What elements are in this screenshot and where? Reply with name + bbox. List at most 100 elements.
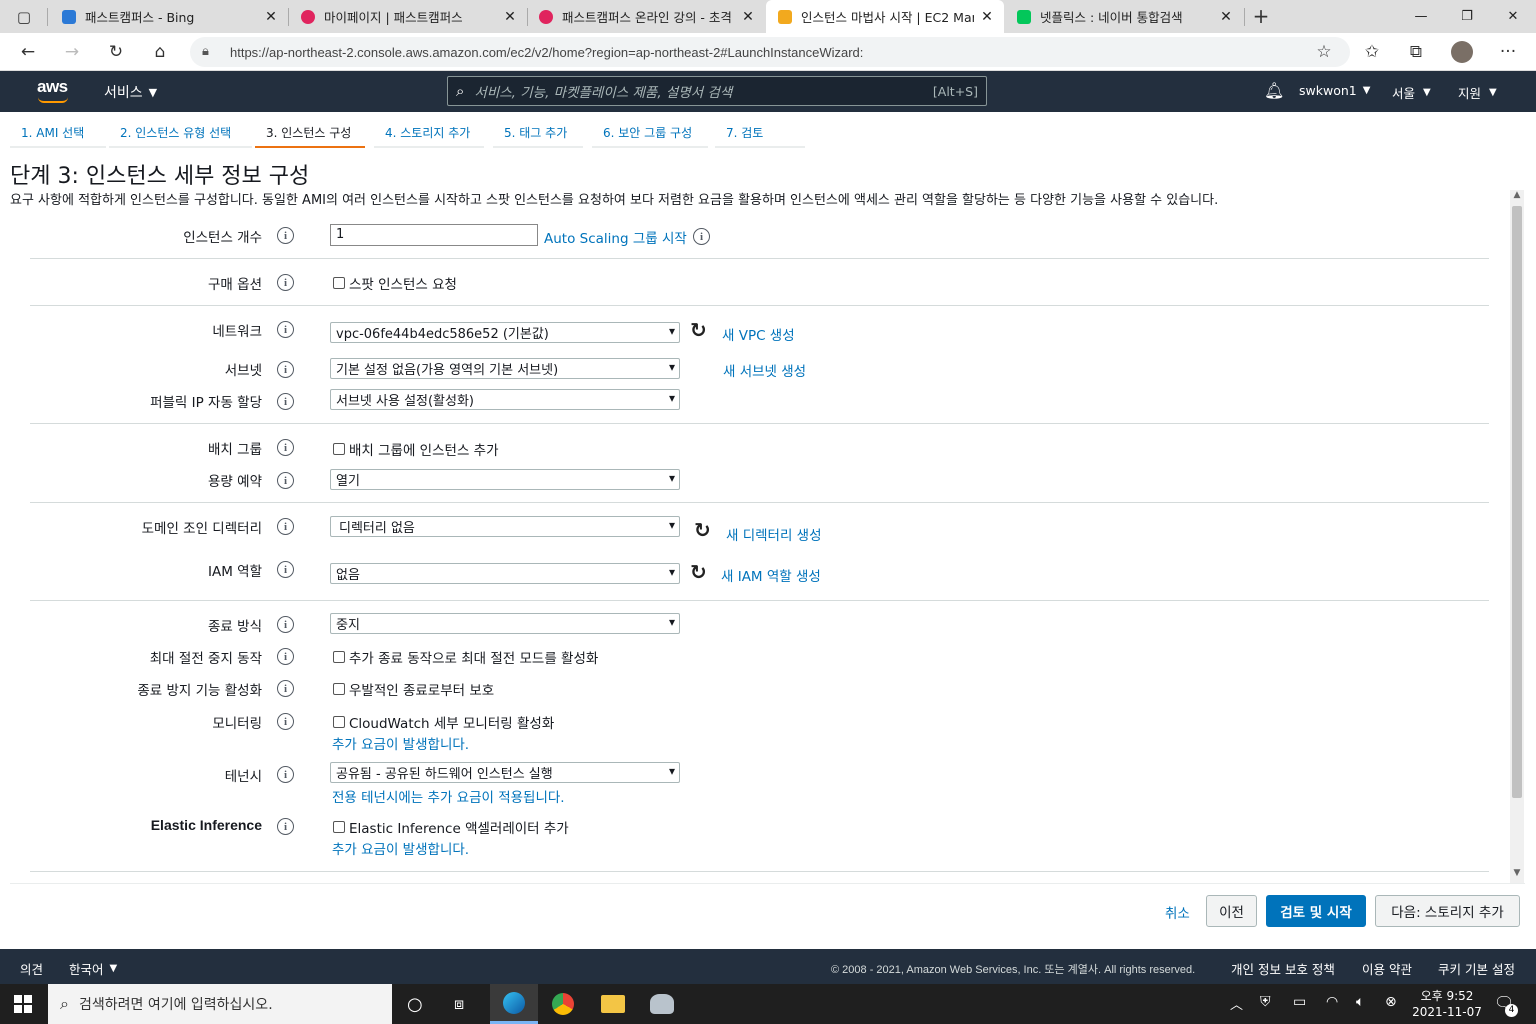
scroll-up-icon[interactable]: ▲: [1510, 190, 1524, 204]
cancel-link[interactable]: 취소: [1165, 902, 1190, 922]
step-review[interactable]: 7. 검토: [715, 124, 805, 148]
tab-actions-icon[interactable]: ▢: [12, 5, 36, 29]
aws-logo[interactable]: aws: [37, 77, 68, 97]
termination-protection-checkbox[interactable]: 우발적인 종료로부터 보호: [333, 679, 494, 699]
more-icon[interactable]: ···: [1496, 40, 1520, 64]
support-menu[interactable]: 지원 ▼: [1458, 83, 1497, 102]
security-icon[interactable]: ⛨: [1260, 994, 1271, 1010]
network-off-icon[interactable]: ⊗: [1385, 994, 1397, 1010]
review-and-launch-button[interactable]: 검토 및 시작: [1266, 895, 1366, 927]
favorite-add-icon[interactable]: ☆: [1312, 40, 1336, 64]
new-tab-icon[interactable]: +: [1249, 4, 1273, 28]
refresh-icon[interactable]: ↻: [690, 318, 707, 342]
back-icon[interactable]: ←: [16, 40, 40, 64]
spot-instance-checkbox[interactable]: 스팟 인스턴스 요청: [333, 273, 457, 293]
new-iam-role-link[interactable]: 새 IAM 역할 생성: [721, 565, 821, 585]
elastic-charge-note[interactable]: 추가 요금이 발생합니다.: [332, 838, 469, 858]
info-icon[interactable]: i: [277, 616, 294, 633]
monitoring-charge-note[interactable]: 추가 요금이 발생합니다.: [332, 733, 469, 753]
step-security-group[interactable]: 6. 보안 그룹 구성: [592, 124, 708, 148]
new-vpc-link[interactable]: 새 VPC 생성: [722, 324, 795, 344]
checkbox[interactable]: [333, 277, 345, 289]
step-configure[interactable]: 3. 인스턴스 구성: [255, 124, 365, 148]
feedback-link[interactable]: 의견: [20, 959, 43, 978]
checkbox[interactable]: [333, 443, 345, 455]
checkbox[interactable]: [333, 683, 345, 695]
checkbox[interactable]: [333, 716, 345, 728]
scrollbar[interactable]: ▲ ▼: [1510, 190, 1524, 883]
info-icon[interactable]: i: [277, 227, 294, 244]
next-add-storage-button[interactable]: 다음: 스토리지 추가: [1375, 895, 1520, 927]
forward-icon[interactable]: →: [60, 40, 84, 64]
browser-tab-naver[interactable]: 넷플릭스 : 네이버 통합검색 ✕: [1005, 0, 1243, 33]
info-icon[interactable]: i: [277, 561, 294, 578]
domain-directory-select[interactable]: 디렉터리 없음: [330, 516, 680, 537]
tenancy-select[interactable]: 공유됨 - 공유된 하드웨어 인스턴스 실행: [330, 762, 680, 783]
close-tab-icon[interactable]: ✕: [980, 9, 994, 25]
step-ami[interactable]: 1. AMI 선택: [10, 124, 106, 148]
cookie-preferences-link[interactable]: 쿠키 기본 설정: [1438, 959, 1515, 978]
info-icon[interactable]: i: [277, 713, 294, 730]
services-menu[interactable]: 서비스 ▼: [104, 82, 157, 102]
checkbox[interactable]: [333, 821, 345, 833]
collections-icon[interactable]: ⧉: [1404, 40, 1428, 64]
info-icon[interactable]: i: [277, 818, 294, 835]
info-icon[interactable]: i: [277, 274, 294, 291]
info-icon[interactable]: i: [277, 472, 294, 489]
elastic-inference-checkbox[interactable]: Elastic Inference 액셀러레이터 추가: [333, 817, 569, 837]
restore-icon[interactable]: ❐: [1444, 0, 1490, 33]
info-icon[interactable]: i: [277, 518, 294, 535]
network-select[interactable]: vpc-06fe44b4edc586e52 (기본값): [330, 322, 680, 343]
windows-start-icon[interactable]: [14, 995, 32, 1013]
close-window-icon[interactable]: ✕: [1490, 0, 1536, 33]
info-icon[interactable]: i: [277, 439, 294, 456]
capacity-reservation-select[interactable]: 열기: [330, 469, 680, 490]
auto-scaling-link[interactable]: Auto Scaling 그룹 시작: [544, 227, 687, 247]
info-icon[interactable]: i: [277, 393, 294, 410]
refresh-icon[interactable]: ↻: [104, 40, 128, 64]
subnet-select[interactable]: 기본 설정 없음(가용 영역의 기본 서브넷): [330, 358, 680, 379]
placement-group-checkbox[interactable]: 배치 그룹에 인스턴스 추가: [333, 439, 499, 459]
refresh-icon[interactable]: ↻: [694, 518, 711, 542]
instance-count-input[interactable]: 1: [330, 224, 538, 246]
close-tab-icon[interactable]: ✕: [503, 9, 517, 25]
step-storage[interactable]: 4. 스토리지 추가: [374, 124, 484, 148]
close-tab-icon[interactable]: ✕: [1219, 9, 1233, 25]
scrollbar-thumb[interactable]: [1512, 206, 1522, 798]
show-hidden-icons-icon[interactable]: ︿: [1230, 994, 1243, 1013]
close-tab-icon[interactable]: ✕: [264, 9, 278, 25]
clock[interactable]: 오후 9:52 2021-11-07: [1412, 988, 1482, 1020]
url-field[interactable]: 🔒︎ https://ap-northeast-2.console.aws.am…: [190, 37, 1350, 67]
info-icon[interactable]: i: [277, 321, 294, 338]
step-instance-type[interactable]: 2. 인스턴스 유형 선택: [109, 124, 252, 148]
step-tags[interactable]: 5. 태그 추가: [493, 124, 583, 148]
region-menu[interactable]: 서울 ▼: [1392, 83, 1431, 102]
favorites-icon[interactable]: ✩: [1360, 40, 1384, 64]
account-menu[interactable]: swkwon1 ▼: [1299, 83, 1370, 98]
checkbox[interactable]: [333, 651, 345, 663]
app-icon[interactable]: [650, 994, 674, 1014]
bell-icon[interactable]: 🔔︎: [1264, 81, 1284, 100]
language-select[interactable]: 한국어 ▼: [69, 959, 117, 978]
refresh-icon[interactable]: ↻: [690, 560, 707, 584]
browser-tab-online-course[interactable]: 패스트캠퍼스 온라인 강의 - 초격 ✕: [527, 0, 765, 33]
close-tab-icon[interactable]: ✕: [741, 9, 755, 25]
volume-icon[interactable]: 🔈︎: [1356, 994, 1364, 1010]
chrome-icon[interactable]: [552, 993, 574, 1015]
info-icon[interactable]: i: [693, 228, 710, 245]
info-icon[interactable]: i: [277, 648, 294, 665]
hibernate-checkbox[interactable]: 추가 종료 동작으로 최대 절전 모드를 활성화: [333, 647, 598, 667]
previous-button[interactable]: 이전: [1206, 895, 1257, 927]
minimize-icon[interactable]: —: [1398, 0, 1444, 33]
shutdown-behavior-select[interactable]: 중지: [330, 613, 680, 634]
public-ip-select[interactable]: 서브넷 사용 설정(활성화): [330, 389, 680, 410]
tenancy-charge-note[interactable]: 전용 테넌시에는 추가 요금이 적용됩니다.: [332, 786, 565, 806]
taskbar-search-input[interactable]: ⌕ 검색하려면 여기에 입력하십시오.: [48, 984, 392, 1024]
new-directory-link[interactable]: 새 디렉터리 생성: [726, 524, 822, 544]
terms-link[interactable]: 이용 약관: [1362, 959, 1412, 978]
console-search-input[interactable]: ⌕ 서비스, 기능, 마켓플레이스 제품, 설명서 검색 [Alt+S]: [447, 76, 987, 106]
file-explorer-icon[interactable]: [601, 995, 625, 1013]
browser-tab-mypage[interactable]: 마이페이지 | 패스트캠퍼스 ✕: [289, 0, 527, 33]
task-view-icon[interactable]: ⧈: [454, 994, 464, 1014]
wifi-icon[interactable]: ◠: [1326, 994, 1338, 1010]
